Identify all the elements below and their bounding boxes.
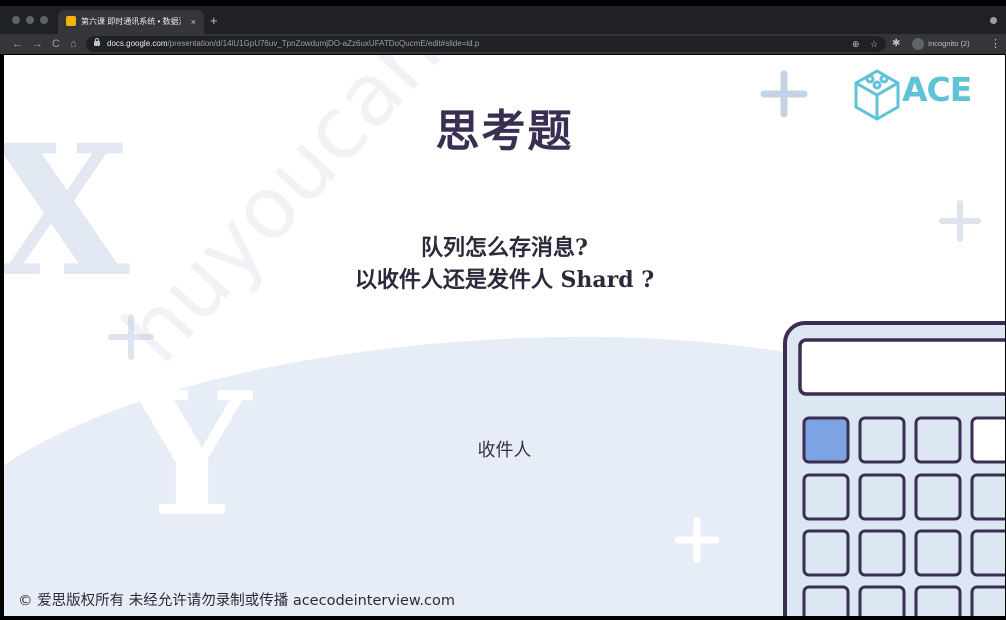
answer-text: 收件人 xyxy=(477,440,532,461)
copyright-notice: © 爱思版权所有 未经允许请勿录制或传播 acecodeinterview.co… xyxy=(18,593,455,609)
address-bar[interactable]: docs.google.com/presentation/d/14iU1GpU7… xyxy=(86,36,886,52)
browser-menu-icon[interactable]: ⋮ xyxy=(990,36,1001,52)
zoom-icon[interactable]: ⊕ xyxy=(852,36,860,52)
back-icon[interactable]: ← xyxy=(12,36,23,52)
new-tab-button[interactable]: + xyxy=(210,14,218,28)
close-window-button[interactable] xyxy=(12,16,20,24)
question-line-1: 队列怎么存消息? xyxy=(421,235,588,261)
browser-tab-bar: 第六课 即时通讯系统 • 数据流... × + xyxy=(0,6,1006,34)
bookmark-star-icon[interactable]: ☆ xyxy=(870,36,878,52)
slide-title: 思考题 xyxy=(435,106,574,157)
url-text[interactable]: docs.google.com/presentation/d/14iU1GpU7… xyxy=(107,36,479,52)
tab-title: 第六课 即时通讯系统 • 数据流... xyxy=(81,17,181,26)
incognito-label[interactable]: Incognito (2) xyxy=(928,36,970,52)
browser-toolbar: ← → C ⌂ docs.google.com/presentation/d/1… xyxy=(0,34,1006,54)
close-tab-icon[interactable]: × xyxy=(191,15,196,29)
home-icon[interactable]: ⌂ xyxy=(70,36,77,52)
url-path: /presentation/d/14iU1GpU76uv_TpnZowdumjD… xyxy=(167,39,480,48)
window-status-icon xyxy=(990,17,997,24)
forward-icon[interactable]: → xyxy=(32,36,43,52)
presentation-slide: X Y huyoucan.huxin ACE 思考题 队列怎么存消息? 以收件人… xyxy=(4,55,1005,616)
browser-tab[interactable]: 第六课 即时通讯系统 • 数据流... × xyxy=(58,10,204,34)
calculator-illustration xyxy=(783,321,1005,616)
maximize-window-button[interactable] xyxy=(40,16,48,24)
url-host: docs.google.com xyxy=(107,39,168,48)
question-line-2: 以收件人还是发件人 Shard ? xyxy=(354,267,655,293)
background-blob xyxy=(4,336,804,616)
incognito-icon[interactable] xyxy=(912,38,924,50)
reload-icon[interactable]: C xyxy=(52,36,60,52)
extensions-icon[interactable]: ✱ xyxy=(892,37,900,51)
slides-favicon-icon xyxy=(66,16,76,26)
lock-icon[interactable] xyxy=(94,38,100,46)
minimize-window-button[interactable] xyxy=(26,16,34,24)
